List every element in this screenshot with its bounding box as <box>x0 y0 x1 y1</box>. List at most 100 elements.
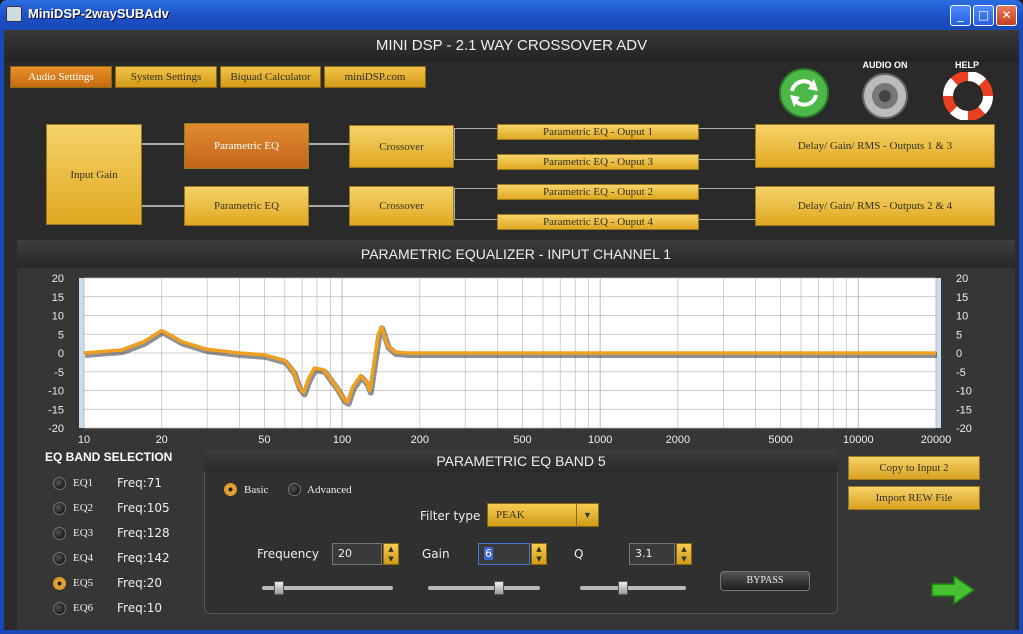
filter-type-label: Filter type <box>420 509 481 523</box>
tab-minidsp-com[interactable]: miniDSP.com <box>324 66 426 88</box>
eq-band-row[interactable]: EQ2 Freq:105 <box>53 499 203 519</box>
minimize-button[interactable]: _ <box>950 5 971 26</box>
crossover-block-1[interactable]: Crossover <box>349 125 454 168</box>
sync-icon[interactable] <box>778 67 830 119</box>
lifebuoy-icon[interactable] <box>942 72 994 120</box>
eq-response-chart[interactable]: 20 2015 1510 105 50 0-5 -5-10 -10-15 -15-20 -2010… <box>46 272 976 450</box>
window-titlebar: MiniDSP-2waySUBAdv _ □ ✕ <box>0 0 1023 30</box>
x-tick-label: 1000 <box>588 434 612 446</box>
y-tick-label-right: -20 <box>956 423 972 435</box>
gain-stepper[interactable]: ▲ ▼ <box>531 543 547 565</box>
app-icon <box>6 6 22 22</box>
frequency-input[interactable]: 20 <box>332 543 382 565</box>
eq-band-selection-title: EQ BAND SELECTION <box>45 450 173 464</box>
speaker-icon[interactable] <box>860 72 910 120</box>
wire <box>698 128 756 160</box>
eq-band-radio[interactable] <box>53 577 66 590</box>
crossover-block-2[interactable]: Crossover <box>349 186 454 226</box>
wire <box>308 205 350 207</box>
peq-output-4-block[interactable]: Parametric EQ - Ouput 4 <box>497 214 699 230</box>
eq-band-label: EQ6 <box>73 602 94 614</box>
close-button[interactable]: ✕ <box>996 5 1017 26</box>
eq-band-label: EQ1 <box>73 477 94 489</box>
band-panel-title: PARAMETRIC EQ BAND 5 <box>204 450 838 472</box>
eq-band-radio[interactable] <box>53 552 66 565</box>
mode-basic-radio[interactable] <box>224 483 237 496</box>
eq-band-radio[interactable] <box>53 502 66 515</box>
eq-band-label: EQ2 <box>73 502 94 514</box>
q-slider[interactable] <box>580 586 686 590</box>
gain-value: 6 <box>484 547 493 560</box>
gain-input[interactable]: 6 <box>478 543 530 565</box>
import-rew-file-button[interactable]: Import REW File <box>848 486 980 510</box>
audio-on-label: AUDIO ON <box>862 60 908 70</box>
filter-type-value: PEAK <box>496 509 525 521</box>
x-tick-label: 100 <box>333 434 351 446</box>
eq-band-radio[interactable] <box>53 527 66 540</box>
eq-band-row[interactable]: EQ6 Freq:10 <box>53 599 203 619</box>
eq-band-row[interactable]: EQ5 Freq:20 <box>53 574 203 594</box>
wire <box>454 128 498 160</box>
x-tick-label: 50 <box>258 434 270 446</box>
frequency-label: Frequency <box>257 547 319 561</box>
y-tick-label: 10 <box>52 311 64 323</box>
y-tick-label-right: 0 <box>956 348 962 360</box>
y-tick-label-right: 20 <box>956 273 968 285</box>
y-tick-label-right: -10 <box>956 386 972 398</box>
wire <box>308 143 350 145</box>
eq-band-freq: Freq:10 <box>117 601 163 615</box>
eq-band-row[interactable]: EQ1 Freq:71 <box>53 474 203 494</box>
y-tick-label-right: 5 <box>956 329 962 341</box>
frequency-stepper[interactable]: ▲ ▼ <box>383 543 399 565</box>
q-slider-thumb[interactable] <box>618 581 629 595</box>
eq-band-label: EQ5 <box>73 577 94 589</box>
eq-band-freq: Freq:142 <box>117 551 170 565</box>
x-tick-label: 500 <box>513 434 531 446</box>
q-stepper[interactable]: ▲ ▼ <box>676 543 692 565</box>
gain-slider[interactable] <box>428 586 540 590</box>
delay-gain-rms-13-block[interactable]: Delay/ Gain/ RMS - Outputs 1 & 3 <box>755 124 995 168</box>
y-tick-label: 5 <box>58 329 64 341</box>
filter-type-select[interactable]: PEAK ▼ <box>487 503 599 527</box>
mode-advanced-label: Advanced <box>307 484 352 496</box>
frequency-slider-thumb[interactable] <box>274 581 285 595</box>
delay-gain-rms-24-block[interactable]: Delay/ Gain/ RMS - Outputs 2 & 4 <box>755 186 995 226</box>
peq-output-1-block[interactable]: Parametric EQ - Ouput 1 <box>497 124 699 140</box>
input-gain-block[interactable]: Input Gain <box>46 124 142 225</box>
q-input[interactable]: 3.1 <box>629 543 675 565</box>
eq-band-freq: Freq:128 <box>117 526 170 540</box>
mode-basic-label: Basic <box>244 484 269 496</box>
x-tick-label: 200 <box>411 434 429 446</box>
wire <box>454 188 498 220</box>
eq-band-radio[interactable] <box>53 477 66 490</box>
peq-panel-title: PARAMETRIC EQUALIZER - INPUT CHANNEL 1 <box>17 240 1015 268</box>
x-tick-label: 5000 <box>768 434 792 446</box>
peq-output-2-block[interactable]: Parametric EQ - Ouput 2 <box>497 184 699 200</box>
tab-biquad-calculator[interactable]: Biquad Calculator <box>220 66 321 88</box>
wire <box>142 143 186 145</box>
y-tick-label: -20 <box>48 423 64 435</box>
eq-band-freq: Freq:105 <box>117 501 170 515</box>
y-tick-label: -15 <box>48 404 64 416</box>
peq-block-1[interactable]: Parametric EQ <box>184 123 309 169</box>
x-tick-label: 20 <box>156 434 168 446</box>
next-arrow-icon[interactable] <box>930 574 976 606</box>
mode-advanced-radio[interactable] <box>288 483 301 496</box>
y-tick-label: -10 <box>48 386 64 398</box>
bypass-button[interactable]: BYPASS <box>720 571 810 591</box>
eq-band-row[interactable]: EQ4 Freq:142 <box>53 549 203 569</box>
window-title: MiniDSP-2waySUBAdv <box>28 6 169 21</box>
eq-band-freq: Freq:71 <box>117 476 163 490</box>
tab-system-settings[interactable]: System Settings <box>115 66 217 88</box>
gain-slider-thumb[interactable] <box>494 581 505 595</box>
eq-band-radio[interactable] <box>53 602 66 615</box>
eq-band-row[interactable]: EQ3 Freq:128 <box>53 524 203 544</box>
tab-audio-settings[interactable]: Audio Settings <box>10 66 112 88</box>
y-tick-label-right: -15 <box>956 404 972 416</box>
copy-to-input-2-button[interactable]: Copy to Input 2 <box>848 456 980 480</box>
x-tick-label: 2000 <box>666 434 690 446</box>
maximize-button[interactable]: □ <box>973 5 994 26</box>
y-tick-label: 15 <box>52 292 64 304</box>
peq-output-3-block[interactable]: Parametric EQ - Ouput 3 <box>497 154 699 170</box>
peq-block-2[interactable]: Parametric EQ <box>184 186 309 226</box>
